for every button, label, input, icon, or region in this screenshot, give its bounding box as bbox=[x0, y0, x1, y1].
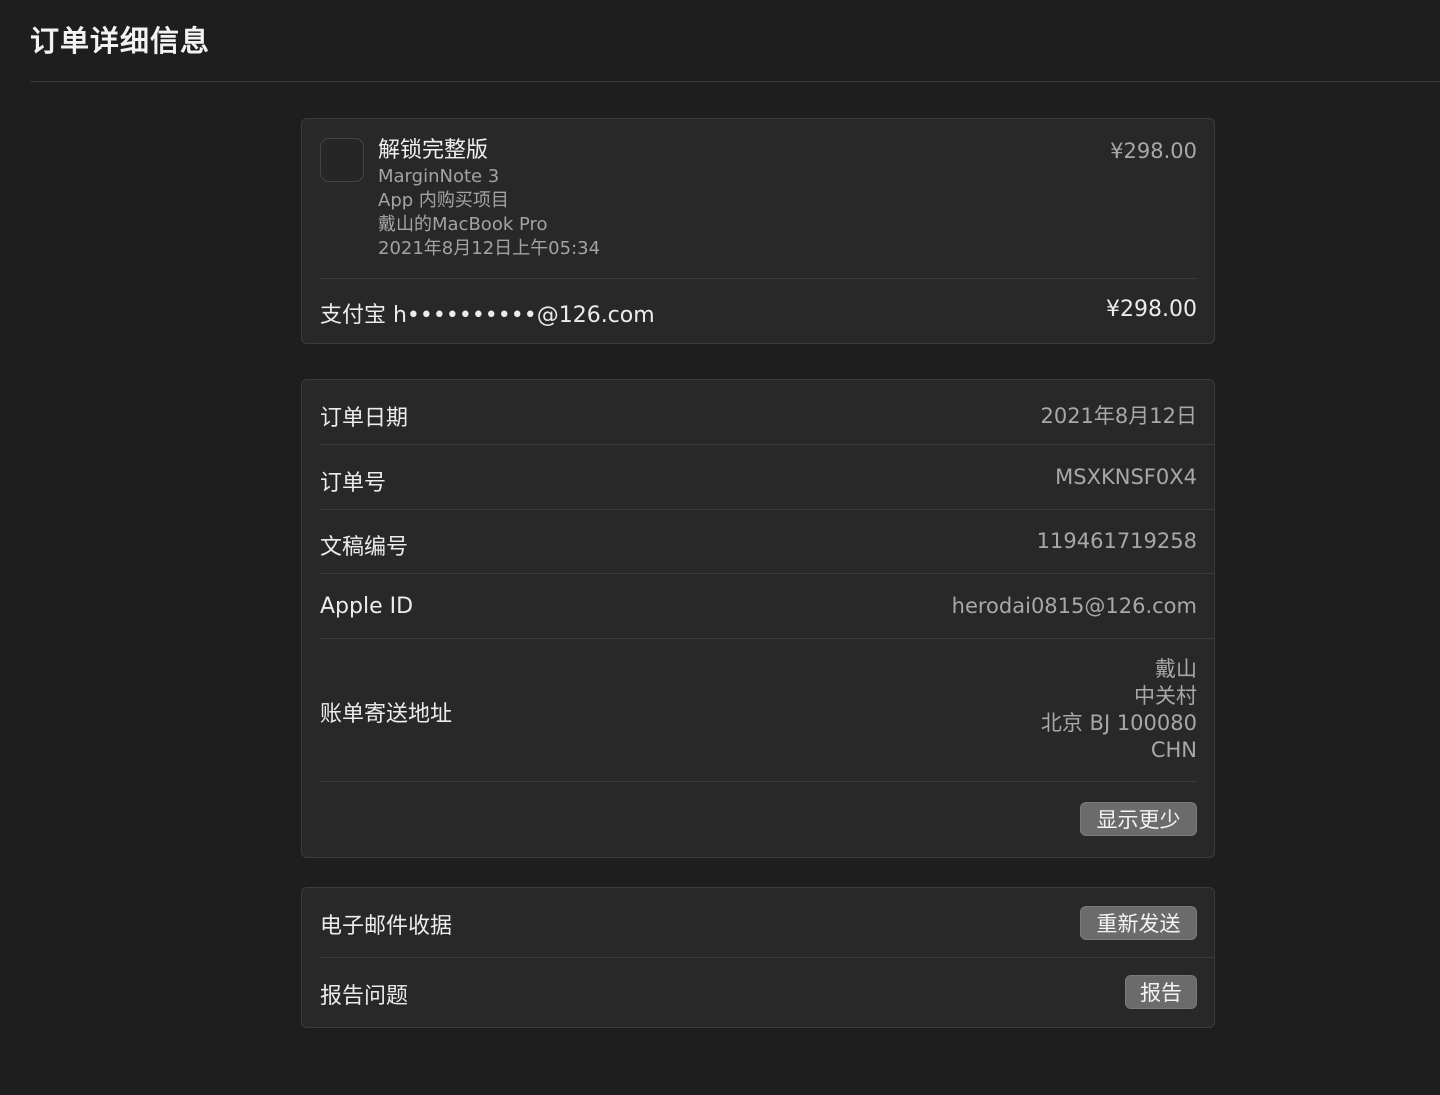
apple-id-label: Apple ID bbox=[320, 594, 414, 619]
app-icon bbox=[320, 138, 364, 182]
divider bbox=[320, 781, 1197, 782]
address-line: 戴山 bbox=[1155, 657, 1197, 681]
divider bbox=[320, 573, 1214, 574]
product-device: 戴山的MacBook Pro bbox=[378, 214, 548, 235]
product-name: 解锁完整版 bbox=[378, 138, 489, 163]
product-type: App 内购买项目 bbox=[378, 190, 509, 211]
address-line: 北京 BJ 100080 bbox=[1040, 711, 1197, 735]
order-number-value: MSXKNSF0X4 bbox=[1055, 465, 1197, 489]
document-number-label: 文稿编号 bbox=[320, 535, 409, 560]
show-less-button[interactable]: 显示更少 bbox=[1080, 802, 1197, 836]
divider bbox=[320, 638, 1214, 639]
payment-method: 支付宝 h••••••••••@126.com bbox=[320, 303, 655, 328]
product-price: ¥298.00 bbox=[1110, 139, 1197, 163]
divider bbox=[320, 957, 1214, 958]
purchase-summary-card: 解锁完整版 MarginNote 3 App 内购买项目 戴山的MacBook … bbox=[301, 118, 1215, 344]
billing-address-value: 戴山 中关村 北京 BJ 100080 CHN bbox=[1041, 656, 1197, 764]
actions-card: 电子邮件收据 重新发送 报告问题 报告 bbox=[301, 887, 1215, 1028]
payment-total: ¥298.00 bbox=[1106, 297, 1197, 322]
order-date-label: 订单日期 bbox=[320, 406, 409, 431]
product-app-name: MarginNote 3 bbox=[378, 166, 500, 187]
email-receipt-label: 电子邮件收据 bbox=[320, 914, 453, 939]
report-issue-label: 报告问题 bbox=[320, 984, 409, 1009]
title-divider bbox=[30, 81, 1440, 82]
document-number-value: 119461719258 bbox=[1036, 529, 1197, 553]
apple-id-value: herodai0815@126.com bbox=[951, 594, 1197, 618]
order-number-label: 订单号 bbox=[320, 471, 387, 496]
order-date-value: 2021年8月12日 bbox=[1040, 404, 1197, 428]
order-details-card: 订单日期 2021年8月12日 订单号 MSXKNSF0X4 文稿编号 1194… bbox=[301, 379, 1215, 858]
report-button[interactable]: 报告 bbox=[1125, 975, 1197, 1009]
divider bbox=[320, 444, 1214, 445]
product-datetime: 2021年8月12日上午05:34 bbox=[378, 238, 601, 259]
address-line: CHN bbox=[1150, 738, 1197, 762]
resend-button[interactable]: 重新发送 bbox=[1080, 906, 1197, 940]
product-info: 解锁完整版 MarginNote 3 App 内购买项目 戴山的MacBook … bbox=[378, 137, 600, 261]
page-title: 订单详细信息 bbox=[30, 24, 211, 58]
address-line: 中关村 bbox=[1134, 684, 1197, 708]
divider bbox=[320, 278, 1197, 279]
billing-address-label: 账单寄送地址 bbox=[320, 702, 453, 727]
divider bbox=[320, 509, 1214, 510]
